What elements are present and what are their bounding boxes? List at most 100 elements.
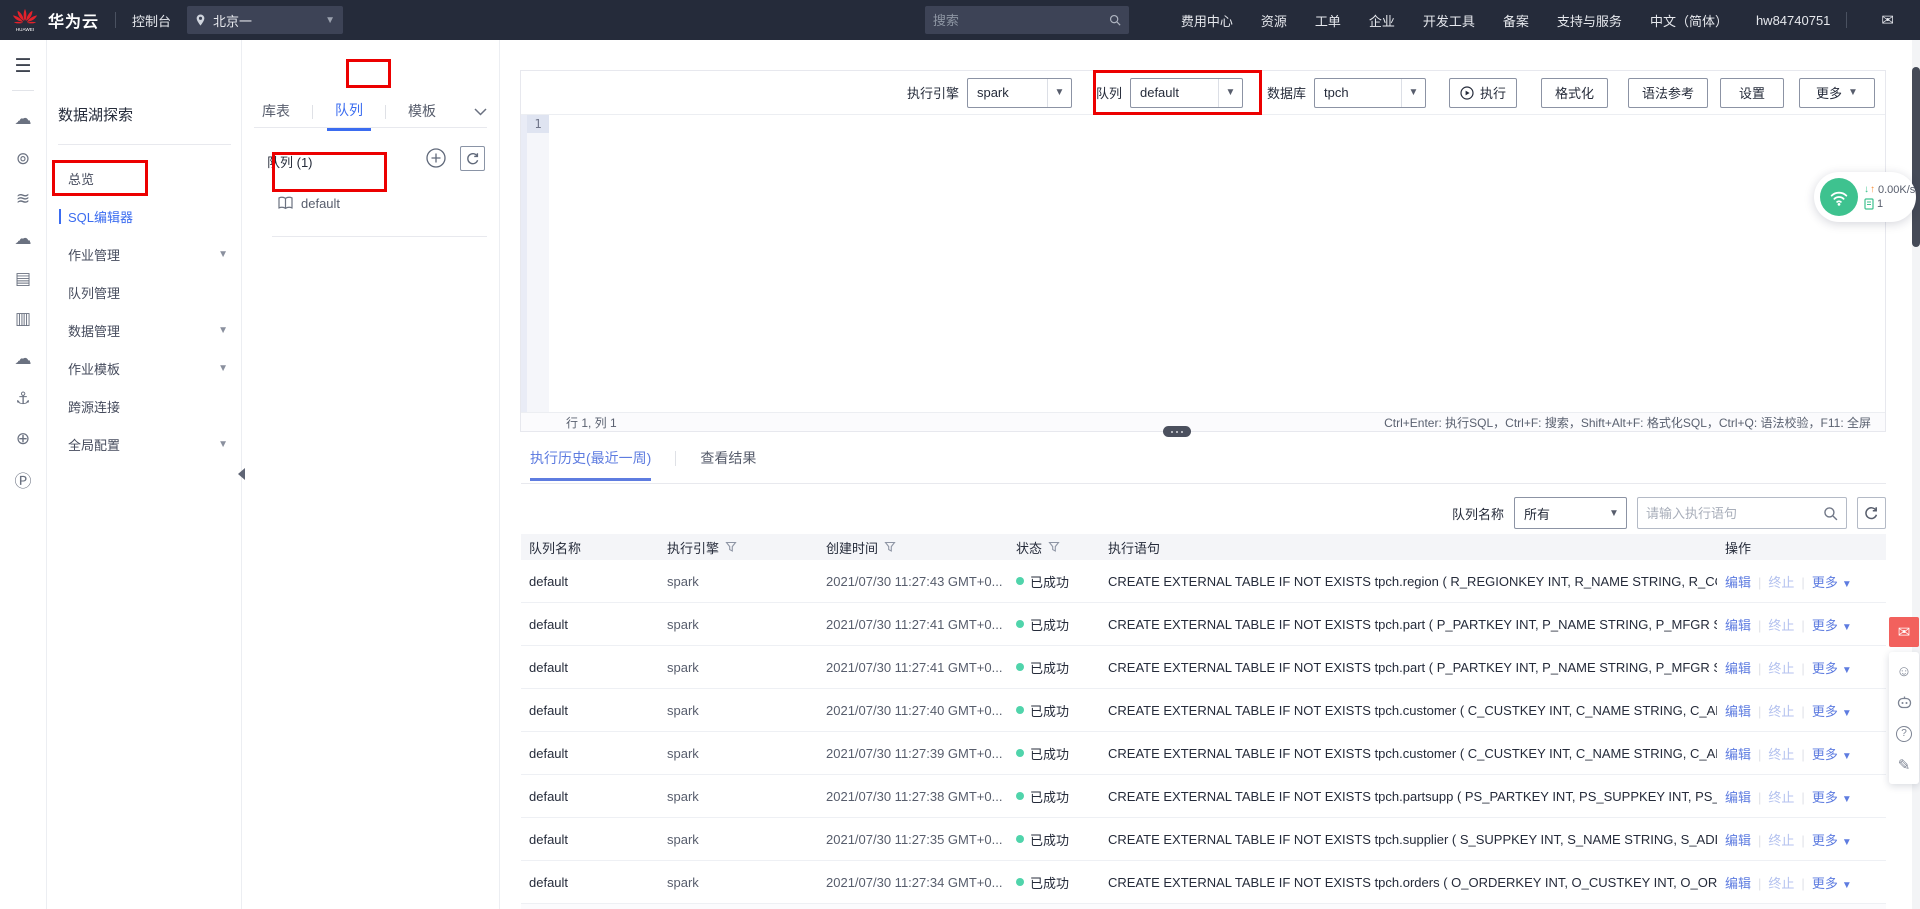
filter-funnel-icon[interactable]: [1048, 541, 1060, 553]
region-selector[interactable]: 北京一 ▼: [187, 6, 344, 34]
terminate-link[interactable]: 终止: [1768, 618, 1794, 633]
format-button[interactable]: 格式化: [1541, 77, 1608, 108]
assistant-robot-icon[interactable]: [1889, 687, 1919, 718]
documents-icon[interactable]: ▥: [0, 299, 47, 339]
execute-button[interactable]: 执行: [1449, 77, 1517, 108]
splitter-drag-handle[interactable]: [1163, 426, 1191, 437]
table-row[interactable]: default spark 2021/07/30 11:27:41 GMT+0.…: [521, 646, 1886, 689]
more-link[interactable]: 更多: [1812, 704, 1838, 719]
collapse-panel-handle[interactable]: [234, 462, 248, 486]
sidebar-item-sql-editor[interactable]: SQL编辑器: [47, 197, 241, 235]
more-link[interactable]: 更多: [1812, 618, 1838, 633]
table-row[interactable]: default spark 2021/07/30 11:27:41 GMT+0.…: [521, 603, 1886, 646]
terminate-link[interactable]: 终止: [1768, 876, 1794, 891]
wifi-icon[interactable]: [1820, 178, 1858, 216]
feedback-mail-button[interactable]: ✉: [1889, 617, 1919, 647]
statement-search[interactable]: [1637, 497, 1847, 529]
user-group-icon[interactable]: ⊚: [0, 139, 47, 179]
scrollbar-thumb[interactable]: [1912, 67, 1920, 247]
table-row[interactable]: default spark 2021/07/30 11:27:35 GMT+0.…: [521, 818, 1886, 861]
messages-envelope-icon[interactable]: ✉: [1881, 11, 1894, 29]
terminate-link[interactable]: 终止: [1768, 575, 1794, 590]
more-link[interactable]: 更多: [1812, 747, 1838, 762]
settings-button[interactable]: 设置: [1720, 77, 1784, 108]
table-row[interactable]: default spark 2021/07/30 11:27:34 GMT+0.…: [521, 861, 1886, 904]
edit-link[interactable]: 编辑: [1725, 575, 1751, 590]
chevron-down-icon[interactable]: [474, 103, 487, 121]
edit-link[interactable]: 编辑: [1725, 747, 1751, 762]
nav-link-icp[interactable]: 备案: [1503, 11, 1529, 30]
tab-execution-history[interactable]: 执行历史(最近一周): [530, 448, 652, 481]
anchor-icon[interactable]: ⚓: [0, 379, 47, 419]
terminate-link[interactable]: 终止: [1768, 661, 1794, 676]
add-queue-button[interactable]: [425, 147, 447, 169]
more-link[interactable]: 更多: [1812, 575, 1838, 590]
terminate-link[interactable]: 终止: [1768, 833, 1794, 848]
nav-link-tickets[interactable]: 工单: [1315, 11, 1341, 30]
nav-link-support[interactable]: 支持与服务: [1557, 11, 1622, 30]
terminate-link[interactable]: 终止: [1768, 747, 1794, 762]
nav-link-enterprise[interactable]: 企业: [1369, 11, 1395, 30]
huawei-logo[interactable]: HUAWEI: [10, 7, 40, 33]
tab-tables[interactable]: 库表: [254, 101, 298, 129]
edit-link[interactable]: 编辑: [1725, 790, 1751, 805]
tab-view-result[interactable]: 查看结果: [700, 448, 756, 478]
sidebar-item-data-management[interactable]: 数据管理 ▼: [47, 311, 241, 349]
filter-funnel-icon[interactable]: [725, 541, 737, 553]
edit-link[interactable]: 编辑: [1725, 618, 1751, 633]
sidebar-item-overview[interactable]: 总览: [47, 159, 241, 197]
global-search[interactable]: [924, 6, 1129, 34]
refresh-history-button[interactable]: [1857, 497, 1886, 529]
nav-link-billing[interactable]: 费用中心: [1181, 11, 1233, 30]
sidebar-item-datasource-connections[interactable]: 跨源连接: [47, 387, 241, 425]
overview-cloud-icon[interactable]: ☁: [0, 99, 47, 139]
database-select[interactable]: tpch ▼: [1314, 77, 1426, 108]
more-link[interactable]: 更多: [1812, 661, 1838, 676]
notebook-icon[interactable]: ▤: [0, 259, 47, 299]
nav-link-account[interactable]: hw84740751: [1756, 13, 1830, 28]
cloud-sync-icon[interactable]: ☁: [0, 339, 47, 379]
more-link[interactable]: 更多: [1812, 833, 1838, 848]
suggestion-pencil-icon[interactable]: ✎: [1889, 749, 1919, 780]
network-speed-widget[interactable]: ↓ ↑ 0.00K/s 1: [1814, 172, 1916, 222]
data-streams-icon[interactable]: ≋: [0, 179, 47, 219]
globe-icon[interactable]: ⊕: [0, 419, 47, 459]
terminate-link[interactable]: 终止: [1768, 704, 1794, 719]
parking-icon[interactable]: Ⓟ: [0, 459, 47, 499]
edit-link[interactable]: 编辑: [1725, 704, 1751, 719]
sidebar-item-job-management[interactable]: 作业管理 ▼: [47, 235, 241, 273]
nav-link-devtools[interactable]: 开发工具: [1423, 11, 1475, 30]
queue-item-default[interactable]: default: [277, 196, 340, 211]
statement-search-input[interactable]: [1646, 505, 1823, 521]
edit-link[interactable]: 编辑: [1725, 876, 1751, 891]
sidebar-item-job-templates[interactable]: 作业模板 ▼: [47, 349, 241, 387]
more-link[interactable]: 更多: [1812, 790, 1838, 805]
syntax-reference-button[interactable]: 语法参考: [1628, 77, 1708, 108]
sidebar-item-global-configuration[interactable]: 全局配置 ▼: [47, 425, 241, 463]
code-editor-area[interactable]: 1: [521, 115, 1885, 412]
table-row[interactable]: default spark 2021/07/30 11:27:43 GMT+0.…: [521, 560, 1886, 603]
refresh-queues-button[interactable]: [460, 146, 485, 171]
search-icon[interactable]: [1109, 13, 1121, 27]
nav-link-resources[interactable]: 资源: [1261, 11, 1287, 30]
queue-name-filter-select[interactable]: 所有 ▼: [1514, 497, 1627, 529]
queue-select[interactable]: default ▼: [1129, 77, 1243, 108]
edit-link[interactable]: 编辑: [1725, 661, 1751, 676]
engine-select[interactable]: spark ▼: [966, 77, 1072, 108]
tab-templates[interactable]: 模板: [400, 101, 444, 129]
table-row[interactable]: default spark 2021/07/30 11:27:40 GMT+0.…: [521, 689, 1886, 732]
consult-smiley-icon[interactable]: ☺: [1889, 656, 1919, 687]
table-row[interactable]: default spark 2021/07/30 11:27:39 GMT+0.…: [521, 732, 1886, 775]
help-question-icon[interactable]: ?: [1889, 718, 1919, 749]
tab-queues[interactable]: 队列: [327, 100, 371, 131]
console-link[interactable]: 控制台: [132, 11, 171, 30]
nav-link-language[interactable]: 中文（简体）: [1650, 11, 1728, 30]
more-button[interactable]: 更多 ▼: [1799, 77, 1875, 108]
edit-link[interactable]: 编辑: [1725, 833, 1751, 848]
terminate-link[interactable]: 终止: [1768, 790, 1794, 805]
cloud-server-icon[interactable]: ☁: [0, 219, 47, 259]
more-link[interactable]: 更多: [1812, 876, 1838, 891]
hamburger-menu-icon[interactable]: ☰: [0, 46, 47, 86]
global-search-input[interactable]: [932, 12, 1109, 28]
sidebar-item-queue-management[interactable]: 队列管理: [47, 273, 241, 311]
